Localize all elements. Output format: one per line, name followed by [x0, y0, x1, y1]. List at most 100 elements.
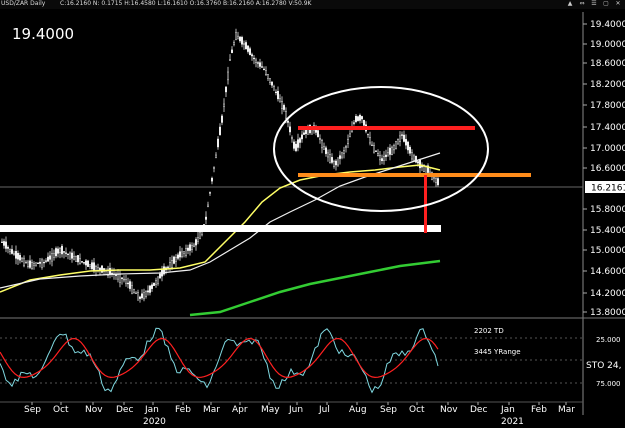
candle-body: [383, 156, 385, 161]
candle-body: [387, 152, 389, 157]
candle-body: [237, 35, 239, 40]
y-tick-label: 17.8000: [590, 101, 625, 111]
candle-body: [79, 258, 81, 265]
candle-body: [147, 290, 149, 293]
candle-body: [137, 292, 139, 301]
candle-body: [181, 251, 183, 257]
y-tick-label: 19.4000: [590, 20, 625, 30]
candle-body: [361, 116, 363, 120]
y-tick-label: 18.2000: [590, 80, 625, 90]
candle-body: [39, 261, 41, 264]
candle-body: [121, 277, 123, 279]
candle-body: [183, 251, 185, 254]
osc-tick-25: 25.000: [596, 336, 621, 344]
candle-body: [193, 244, 195, 247]
x-tick-label: Oct: [409, 405, 425, 415]
y-tick-label: 14.2000: [590, 289, 625, 299]
candle-body: [175, 257, 177, 262]
candle-body: [379, 155, 381, 161]
candle-body: [263, 68, 265, 71]
candle-body: [171, 260, 173, 268]
candle-body: [247, 45, 249, 52]
candle-body: [241, 37, 243, 45]
candle-body: [209, 192, 211, 194]
candle-body: [251, 54, 253, 57]
x-tick-label: Mar: [203, 405, 220, 415]
candle-body: [403, 134, 405, 142]
candle-body: [51, 253, 53, 262]
ma-200-line: [189, 259, 441, 317]
candle-body: [77, 255, 79, 263]
candle-body: [343, 150, 345, 154]
candle-body: [419, 159, 421, 169]
candle-body: [49, 255, 51, 260]
candle-body: [287, 120, 289, 123]
candle-body: [271, 81, 273, 86]
candle-body: [377, 152, 379, 156]
candle-body: [131, 285, 133, 294]
x-tick-label: Nov: [440, 405, 458, 415]
candle-body: [325, 147, 327, 154]
candle-body: [127, 282, 129, 285]
candle-body: [3, 241, 5, 246]
candle-body: [149, 285, 151, 293]
candle-body: [187, 247, 189, 251]
candle-body: [55, 248, 57, 257]
candle-body: [197, 237, 199, 242]
candle-body: [67, 253, 69, 256]
candle-body: [375, 150, 377, 152]
candle-body: [347, 139, 349, 144]
candle-body: [335, 160, 337, 166]
candle-body: [273, 86, 275, 91]
candle-body: [293, 141, 295, 149]
candle-body: [327, 152, 329, 158]
candle-body: [239, 36, 241, 42]
candle-body: [363, 119, 365, 126]
candle-body: [385, 154, 387, 157]
candle-body: [95, 266, 97, 271]
price-chart[interactable]: 19.4000 19.0000 18.6000 18.2000 17.8000 17.40…: [0, 0, 625, 428]
candle-body: [109, 268, 111, 275]
y-axis: 19.4000 19.0000 18.6000 18.2000 17.8000 17.40…: [583, 20, 625, 318]
candle-body: [303, 132, 305, 135]
candle-body: [393, 145, 395, 151]
y-tick-label: 17.4000: [590, 123, 625, 133]
candle-body: [277, 90, 279, 100]
candle-body: [125, 279, 127, 284]
candle-body: [37, 262, 39, 264]
osc-tick-75: 75.000: [596, 380, 621, 388]
candle-body: [281, 100, 283, 109]
candle-body: [17, 252, 19, 260]
candle-body: [5, 241, 7, 249]
candle-body: [1, 241, 3, 243]
candle-body: [45, 260, 47, 262]
candle-body: [133, 289, 135, 293]
x-tick-label: Jun: [288, 405, 303, 415]
td-label: 2202 TD: [474, 327, 504, 335]
candle-body: [211, 177, 213, 182]
candle-body: [29, 260, 31, 268]
candle-body: [155, 280, 157, 285]
candle-body: [333, 161, 335, 167]
candle-body: [411, 152, 413, 160]
candle-body: [141, 293, 143, 299]
candle-body: [19, 254, 21, 261]
candle-body: [223, 103, 225, 107]
candle-body: [369, 137, 371, 144]
candle-body: [291, 137, 293, 140]
candle-body: [199, 232, 201, 239]
x-tick-label: Oct: [53, 405, 69, 415]
candle-body: [323, 146, 325, 150]
candle-body: [81, 261, 83, 263]
candle-body: [43, 262, 45, 264]
x-tick-label: Jan: [144, 405, 159, 415]
x-tick-label: Sep: [24, 405, 41, 415]
x-axis: Sep Oct Nov Dec Jan Feb Mar Apr May Jun Jul Aug Sep O…: [24, 402, 575, 415]
candle-body: [235, 32, 237, 40]
candle-body: [173, 256, 175, 264]
candle-body: [47, 256, 49, 262]
candle-body: [11, 249, 13, 254]
candle-body: [13, 253, 15, 255]
candle-body: [83, 262, 85, 264]
year-2021-label: 2021: [501, 417, 524, 427]
